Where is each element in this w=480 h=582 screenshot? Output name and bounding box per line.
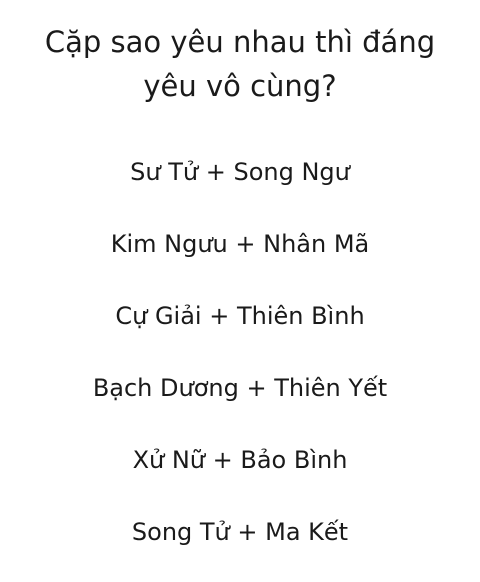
zodiac-pair: Sư Tử + Song Ngư (130, 158, 350, 186)
page: Cặp sao yêu nhau thì đáng yêu vô cùng? S… (0, 0, 480, 570)
zodiac-pair: Song Tử + Ma Kết (131, 518, 349, 546)
title-line-2: yêu vô cùng? (143, 69, 337, 103)
zodiac-pair: Xử Nữ + Bảo Bình (132, 446, 348, 474)
zodiac-pair: Kim Ngưu + Nhân Mã (110, 230, 370, 258)
page-title: Cặp sao yêu nhau thì đáng yêu vô cùng? (0, 20, 480, 108)
title-line-1: Cặp sao yêu nhau thì đáng (44, 25, 436, 59)
zodiac-pair: Bạch Dương + Thiên Yết (92, 374, 388, 402)
zodiac-pair-list: Sư Tử + Song Ngư Kim Ngưu + Nhân Mã Cự G… (0, 150, 480, 582)
zodiac-pair: Cự Giải + Thiên Bình (115, 302, 365, 330)
